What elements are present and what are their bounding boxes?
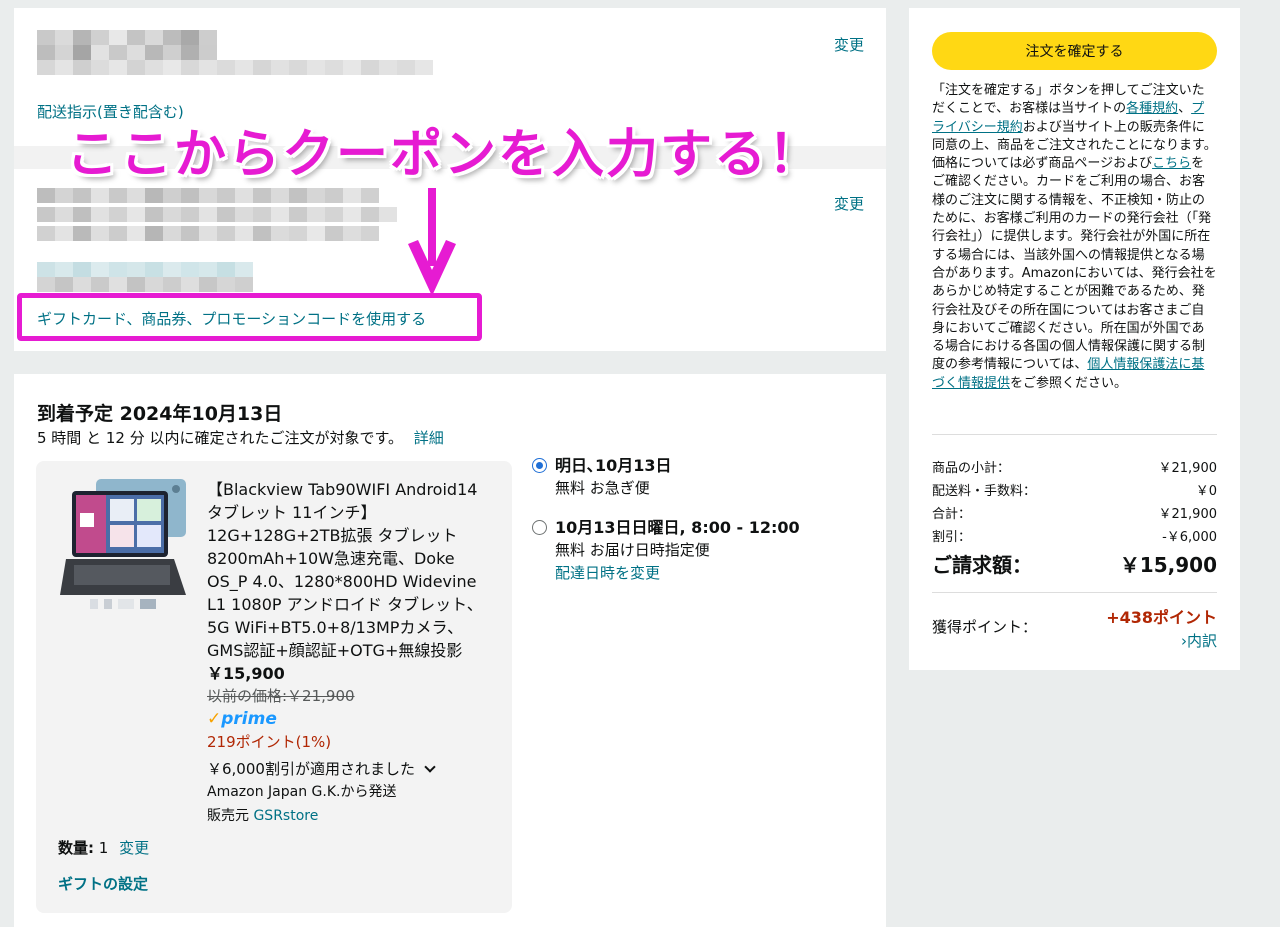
delivery-option-scheduled[interactable]: 10月13日日曜日, 8:00 - 12:00 無料 お届け日時指定便 配達日時…: [532, 516, 800, 585]
summary-row-value: ￥0: [1195, 484, 1217, 499]
delivery-option-title: 10月13日日曜日, 8:00 - 12:00: [555, 518, 800, 537]
product-title[interactable]: 【Blackview Tab90WIFI Android14 タブレット 11イ…: [207, 478, 497, 662]
earned-points-value-block: +438ポイント ›内訳: [1106, 604, 1217, 651]
shipped-from: Amazon Japan G.K.から発送: [207, 784, 397, 800]
product-title-line: OS_P 4.0、1280*800HD Widevine: [207, 572, 477, 591]
redacted-card-image: [37, 262, 253, 277]
delivery-option-desc: 無料 お届け日時指定便: [555, 541, 710, 559]
discount-note: ￥6,000割引が適用されました: [207, 760, 415, 778]
order-total-value: ￥15,900: [1119, 553, 1217, 577]
product-title-line: 8200mAh+10W急速充電、Doke: [207, 549, 455, 568]
earned-points-label: 獲得ポイント：: [932, 618, 1038, 636]
redacted-address-line-2: [37, 60, 433, 75]
place-order-button[interactable]: 注文を確定する: [932, 32, 1217, 70]
points-breakdown-label: 内訳: [1186, 632, 1217, 650]
order-total-row: ご請求額： ￥15,900: [932, 549, 1217, 578]
quantity-label: 数量:: [58, 839, 94, 857]
product-title-line: 5G WiFi+BT5.0+8/13MPカメラ、: [207, 618, 464, 637]
seller-link[interactable]: GSRstore: [253, 808, 318, 824]
summary-row-value: -￥6,000: [1162, 530, 1217, 545]
item-price: ￥15,900: [207, 664, 285, 683]
earned-points-value: +438ポイント: [1106, 608, 1217, 627]
product-title-line: 12G+128G+2TB拡張 タブレット: [207, 526, 458, 545]
change-quantity-link[interactable]: 変更: [119, 839, 149, 857]
delivery-card: 到着予定 2024年10月13日 5 時間 と 12 分 以内に確定されたご注文…: [14, 374, 886, 927]
item-details: 【Blackview Tab90WIFI Android14 タブレット 11イ…: [207, 478, 497, 828]
shipping-fee-row: 配送料・手数料： ￥0: [932, 480, 1217, 499]
delivery-option-tomorrow[interactable]: 明日､10月13日 無料 お急ぎ便: [532, 454, 672, 500]
redacted-card-image-2: [37, 277, 253, 292]
order-total-label: ご請求額：: [932, 553, 1032, 577]
delivery-cutoff-text: 5 時間 と 12 分 以内に確定されたご注文が対象です。 詳細: [37, 427, 444, 448]
delivery-option-title: 明日､10月13日: [555, 456, 672, 475]
delivery-option-radio[interactable]: [532, 520, 547, 535]
gift-settings-link[interactable]: ギフトの設定: [58, 873, 148, 894]
delivery-option-radio[interactable]: [532, 458, 547, 473]
item-points: 219ポイント(1%): [207, 733, 332, 751]
prime-check-icon: ✓: [207, 709, 222, 729]
discount-toggle[interactable]: ￥6,000割引が適用されました: [207, 758, 497, 781]
summary-divider: [932, 592, 1217, 593]
down-arrow-annotation-icon: [408, 188, 456, 296]
previous-price: 以前の価格:￥21,900: [207, 687, 355, 705]
delivery-date-title: 到着予定 2024年10月13日: [37, 403, 283, 425]
summary-row-label: 合計：: [932, 507, 972, 522]
prime-badge: ✓prime: [207, 708, 497, 731]
legal-text: 、: [1178, 101, 1192, 117]
legal-text: をご確認ください。カードをご利用の場合、お客様のご注文に関する情報を、不正検知・…: [932, 156, 1217, 373]
use-gift-card-coupon-link[interactable]: ギフトカード、商品券、プロモーションコードを使用する: [37, 308, 426, 329]
terms-link[interactable]: 各種規約: [1126, 101, 1178, 116]
subtotal-row: 商品の小計： ￥21,900: [932, 457, 1217, 476]
redacted-payment-line-3: [37, 226, 379, 241]
redacted-name: [37, 30, 217, 45]
chevron-down-icon: [424, 761, 436, 773]
coupon-annotation-title: ここからクーポンを入力する！: [66, 125, 823, 185]
quantity-row: 数量: 1 変更: [58, 837, 149, 858]
here-link[interactable]: こちら: [1152, 156, 1191, 171]
delivery-cutoff-label: 5 時間 と 12 分 以内に確定されたご注文が対象です。: [37, 429, 403, 447]
legal-notice: 「注文を確定する」ボタンを押してご注文いただくことで、お客様は当サイトの各種規約…: [932, 82, 1217, 393]
earned-points-row: 獲得ポイント： +438ポイント ›内訳: [932, 604, 1217, 651]
legal-text: をご参照ください。: [1010, 375, 1128, 391]
seller-info: 販売元 GSRstore: [207, 805, 497, 828]
points-breakdown-link[interactable]: ›内訳: [1106, 630, 1217, 651]
redacted-payment-line-2: [37, 207, 397, 222]
change-delivery-time-link[interactable]: 配達日時を変更: [555, 564, 660, 582]
order-summary-card: 注文を確定する 「注文を確定する」ボタンを押してご注文いただくことで、お客様は当…: [909, 8, 1240, 670]
product-title-line: 【Blackview Tab90WIFI Android14: [207, 480, 478, 499]
product-title-line: タブレット 11インチ】: [207, 503, 377, 522]
delivery-option-desc: 無料 お急ぎ便: [555, 479, 650, 497]
redacted-payment-line: [37, 188, 379, 203]
redacted-address-line: [37, 45, 217, 60]
product-title-line: GMS認証+顔認証+OTG+無線投影: [207, 641, 463, 660]
change-address-link[interactable]: 変更: [834, 34, 864, 55]
cart-item: 【Blackview Tab90WIFI Android14 タブレット 11イ…: [36, 461, 512, 913]
summary-row-value: ￥21,900: [1158, 507, 1218, 522]
product-image[interactable]: [60, 477, 190, 615]
product-title-line: L1 1080P アンドロイド タブレット、: [207, 595, 483, 614]
discount-row: 割引： -￥6,000: [932, 526, 1217, 545]
summary-row-label: 配送料・手数料：: [932, 484, 1037, 499]
summary-row-label: 割引：: [932, 530, 972, 545]
summary-row-value: ￥21,900: [1158, 461, 1218, 476]
seller-label: 販売元: [207, 808, 249, 824]
summary-row-label: 商品の小計：: [932, 461, 1011, 476]
prime-label: prime: [221, 709, 277, 729]
quantity-value: 1: [98, 839, 109, 857]
total-before-discount-row: 合計： ￥21,900: [932, 503, 1217, 522]
summary-divider: [932, 434, 1217, 435]
change-payment-link[interactable]: 変更: [834, 193, 864, 214]
delivery-details-link[interactable]: 詳細: [414, 429, 444, 447]
